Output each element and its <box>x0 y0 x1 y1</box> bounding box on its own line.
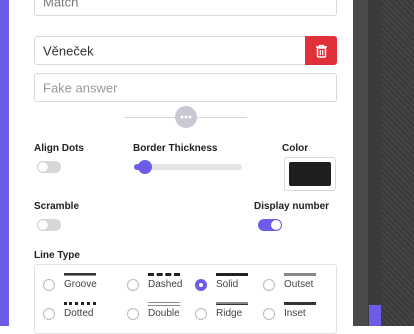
line-type-radio-groove[interactable] <box>43 279 55 291</box>
line-type-options: Groove Dashed Solid Outset Dotted Double Ridge… <box>34 264 337 334</box>
more-options-button[interactable] <box>175 106 197 128</box>
toggle-knob <box>38 220 48 230</box>
line-type-label-ridge: Ridge <box>216 308 243 319</box>
line-sample-double <box>148 302 180 306</box>
line-type-radio-inset[interactable] <box>263 308 275 320</box>
fake-answer-placeholder: Fake answer <box>43 80 118 95</box>
line-sample-dotted <box>64 302 96 305</box>
answer-input-value: Věneček <box>43 43 94 58</box>
line-type-label-inset: Inset <box>284 308 306 319</box>
canvas-pattern <box>381 0 414 326</box>
scramble-toggle[interactable] <box>37 219 61 231</box>
line-type-label: Line Type <box>34 250 80 261</box>
trash-icon <box>315 44 327 58</box>
line-type-label-dotted: Dotted <box>64 308 94 319</box>
settings-panel: Match Věneček Fake answer Align Dots Bor… <box>9 0 353 334</box>
line-sample-inset <box>284 302 316 305</box>
line-type-radio-solid[interactable] <box>195 279 207 291</box>
line-type-radio-double[interactable] <box>127 308 139 320</box>
color-label: Color <box>282 143 309 154</box>
border-thickness-label: Border Thickness <box>133 143 218 154</box>
line-sample-ridge <box>216 302 248 305</box>
display-number-label: Display number <box>254 201 330 212</box>
line-type-label-dashed: Dashed <box>148 279 183 290</box>
line-type-radio-dashed[interactable] <box>127 279 139 291</box>
line-type-radio-dotted[interactable] <box>43 308 55 320</box>
match-field-value: Match <box>43 0 79 10</box>
scramble-label: Scramble <box>34 201 80 212</box>
match-field[interactable]: Match <box>34 0 337 16</box>
color-picker[interactable] <box>284 157 336 191</box>
line-type-label-solid: Solid <box>216 279 239 290</box>
line-sample-outset <box>284 273 316 276</box>
answer-input[interactable]: Věneček <box>34 36 337 65</box>
line-sample-dashed <box>148 273 180 276</box>
color-swatch <box>289 162 331 186</box>
line-type-radio-ridge[interactable] <box>195 308 207 320</box>
scrollbar-track[interactable] <box>353 0 368 326</box>
line-type-label-groove: Groove <box>64 279 97 290</box>
more-dots-icon <box>180 115 192 119</box>
delete-answer-button[interactable] <box>305 36 337 65</box>
toggle-knob <box>271 220 281 230</box>
line-type-radio-outset[interactable] <box>263 279 275 291</box>
left-accent-bar <box>0 0 9 326</box>
align-dots-toggle[interactable] <box>37 161 61 173</box>
line-type-label-double: Double <box>148 308 180 319</box>
line-sample-solid <box>216 273 248 276</box>
fake-answer-input[interactable]: Fake answer <box>34 73 337 102</box>
border-thickness-thumb[interactable] <box>138 160 153 174</box>
align-dots-label: Align Dots <box>34 143 84 154</box>
toggle-knob <box>38 162 48 172</box>
line-type-label-outset: Outset <box>284 279 314 290</box>
scrollbar-thumb[interactable] <box>369 305 381 326</box>
display-number-toggle[interactable] <box>258 219 282 231</box>
line-sample-groove <box>64 273 96 276</box>
